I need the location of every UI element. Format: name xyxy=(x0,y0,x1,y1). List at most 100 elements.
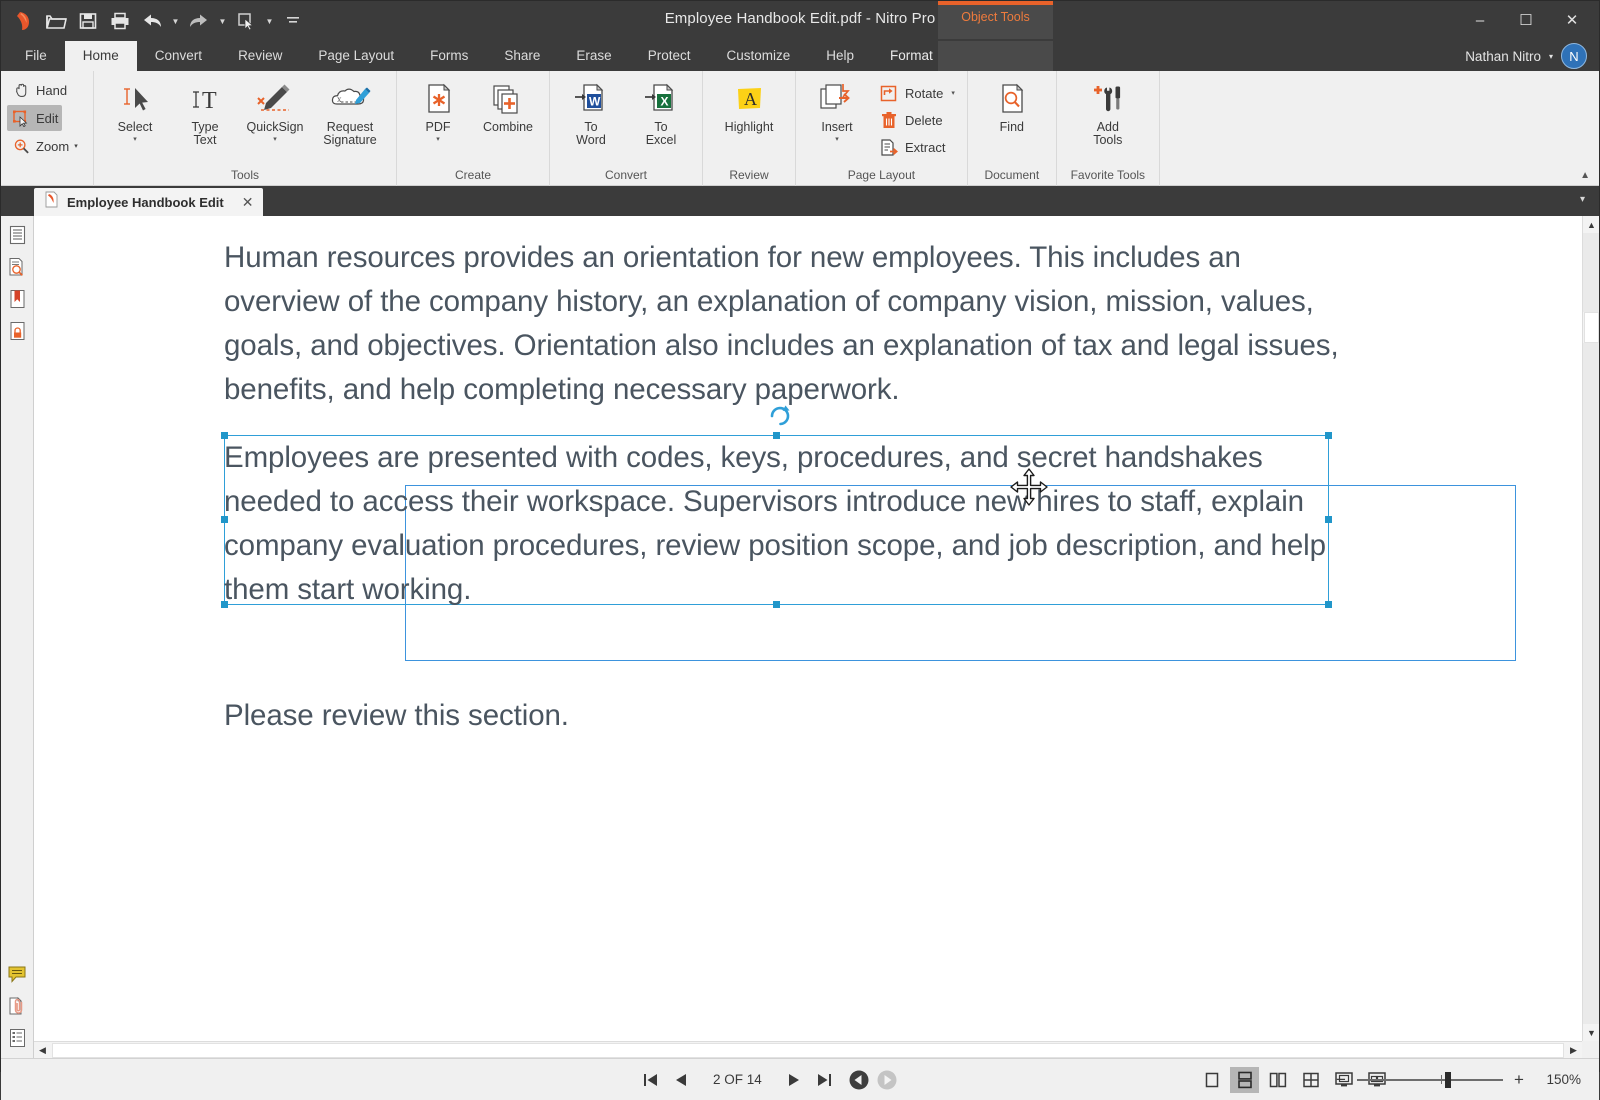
last-page-button[interactable] xyxy=(810,1067,838,1093)
vertical-scroll-thumb[interactable] xyxy=(1584,312,1599,343)
tool-zoom[interactable]: Zoom ▾ xyxy=(7,133,82,159)
tab-review[interactable]: Review xyxy=(220,41,300,71)
scroll-left-button[interactable]: ◀ xyxy=(34,1042,51,1058)
page-view: Human resources provides an orientation … xyxy=(34,216,1599,1058)
tab-home[interactable]: Home xyxy=(65,41,137,71)
horizontal-scroll-thumb[interactable] xyxy=(52,1043,1564,1058)
button-insert-pages[interactable]: Insert ▾ xyxy=(803,75,871,144)
button-find[interactable]: Find xyxy=(975,75,1049,134)
account-area[interactable]: Nathan Nitro ▾ N xyxy=(1465,43,1587,69)
document-tab-close-icon[interactable]: ✕ xyxy=(242,194,254,211)
button-delete-label: Delete xyxy=(905,113,943,128)
tab-file[interactable]: File xyxy=(7,41,65,71)
vertical-scrollbar[interactable]: ▲ ▼ xyxy=(1582,216,1599,1041)
continuous-view-button[interactable] xyxy=(1230,1067,1259,1093)
tab-help[interactable]: Help xyxy=(808,41,872,71)
button-add-tools[interactable]: Add Tools xyxy=(1064,75,1152,147)
pdf-page[interactable]: Human resources provides an orientation … xyxy=(34,216,1582,1041)
ribbon-group-favorite-tools: Add Tools Favorite Tools xyxy=(1057,71,1160,186)
document-paragraph-1[interactable]: Human resources provides an orientation … xyxy=(224,236,1344,412)
create-pdf-icon xyxy=(421,79,455,119)
tab-erase[interactable]: Erase xyxy=(558,41,629,71)
scroll-right-button[interactable]: ▶ xyxy=(1565,1042,1582,1058)
account-caret-icon[interactable]: ▾ xyxy=(1549,52,1553,61)
document-paragraph-3[interactable]: Please review this section. xyxy=(224,694,824,738)
vertical-scroll-track-lower[interactable] xyxy=(1583,343,1599,1024)
tool-hand-label: Hand xyxy=(36,83,67,98)
previous-view-button[interactable] xyxy=(846,1067,872,1093)
zoom-slider-track[interactable] xyxy=(1357,1079,1503,1081)
ribbon-collapse-caret-icon[interactable]: ▲ xyxy=(1580,170,1590,181)
button-request-signature[interactable]: x Request Signature xyxy=(311,75,389,147)
button-insert-caret-icon[interactable]: ▾ xyxy=(835,135,839,144)
button-to-excel-label: To Excel xyxy=(646,121,677,147)
rotate-handle-icon[interactable] xyxy=(767,402,793,433)
horizontal-scrollbar[interactable]: ◀ ▶ xyxy=(34,1041,1582,1058)
two-page-continuous-view-button[interactable] xyxy=(1296,1067,1325,1093)
document-tab[interactable]: Employee Handbook Edit ✕ xyxy=(34,188,263,216)
bookmarks-panel-icon[interactable] xyxy=(5,287,29,311)
close-button[interactable]: ✕ xyxy=(1549,5,1595,35)
zoom-slider-thumb[interactable] xyxy=(1445,1072,1451,1088)
button-extract[interactable]: Extract xyxy=(873,134,960,160)
ribbon-group-review: A Highlight Review xyxy=(703,71,796,186)
tab-share[interactable]: Share xyxy=(486,41,558,71)
security-panel-icon[interactable] xyxy=(5,319,29,343)
prev-page-button[interactable] xyxy=(667,1067,695,1093)
button-combine[interactable]: Combine xyxy=(474,75,542,134)
document-paragraph-2-selected[interactable]: Employees are presented with codes, keys… xyxy=(224,436,1334,612)
attachments-panel-icon[interactable] xyxy=(5,994,29,1018)
tab-protect[interactable]: Protect xyxy=(630,41,709,71)
button-select[interactable]: Select ▾ xyxy=(101,75,169,144)
maximize-button[interactable]: ☐ xyxy=(1503,5,1549,35)
zoom-out-button[interactable]: − xyxy=(1334,1070,1348,1090)
vertical-scroll-track-upper[interactable] xyxy=(1583,233,1599,312)
ribbon-group-create-label: Create xyxy=(397,166,549,186)
button-to-excel[interactable]: X To Excel xyxy=(627,75,695,147)
layers-panel-icon[interactable] xyxy=(5,1026,29,1050)
zoom-control-group: − + 150% xyxy=(1334,1070,1581,1090)
button-select-caret-icon[interactable]: ▾ xyxy=(133,135,137,144)
avatar[interactable]: N xyxy=(1561,43,1587,69)
tab-convert[interactable]: Convert xyxy=(137,41,220,71)
tool-zoom-caret-icon[interactable]: ▾ xyxy=(74,142,78,150)
search-panel-icon[interactable] xyxy=(5,255,29,279)
pages-panel-icon[interactable] xyxy=(5,223,29,247)
ribbon-group-navigation: Hand Edit xyxy=(1,71,94,186)
single-page-view-button[interactable] xyxy=(1197,1067,1226,1093)
button-to-word[interactable]: W To Word xyxy=(557,75,625,147)
two-page-view-button[interactable] xyxy=(1263,1067,1292,1093)
button-highlight-label: Highlight xyxy=(725,121,774,134)
svg-text:W: W xyxy=(589,95,601,109)
button-quicksign-caret-icon[interactable]: ▾ xyxy=(273,135,277,144)
button-type-text[interactable]: T Type Text xyxy=(171,75,239,147)
button-rotate[interactable]: Rotate ▾ xyxy=(873,80,960,106)
tab-forms[interactable]: Forms xyxy=(412,41,486,71)
zoom-level-label[interactable]: 150% xyxy=(1535,1072,1581,1087)
button-select-label: Select xyxy=(118,121,153,134)
tool-edit[interactable]: Edit xyxy=(7,105,62,131)
button-create-pdf[interactable]: PDF ▾ xyxy=(404,75,472,144)
scroll-up-button[interactable]: ▲ xyxy=(1583,216,1599,233)
tool-hand[interactable]: Hand xyxy=(7,77,71,103)
next-page-button[interactable] xyxy=(780,1067,808,1093)
document-tab-overflow-caret-icon[interactable]: ▾ xyxy=(1580,194,1585,205)
tab-page-layout[interactable]: Page Layout xyxy=(300,41,412,71)
page-indicator[interactable]: 2 OF 14 xyxy=(697,1072,778,1087)
ribbon-group-review-label: Review xyxy=(703,166,795,186)
button-delete[interactable]: Delete xyxy=(873,107,960,133)
tool-zoom-label: Zoom xyxy=(36,139,69,154)
first-page-button[interactable] xyxy=(637,1067,665,1093)
button-highlight[interactable]: A Highlight xyxy=(710,75,788,134)
scroll-down-button[interactable]: ▼ xyxy=(1583,1024,1599,1041)
minimize-button[interactable]: – xyxy=(1457,5,1503,35)
next-view-button[interactable] xyxy=(874,1067,900,1093)
comments-panel-icon[interactable] xyxy=(5,962,29,986)
button-rotate-caret-icon[interactable]: ▾ xyxy=(951,89,955,97)
tab-customize[interactable]: Customize xyxy=(708,41,808,71)
button-create-pdf-caret-icon[interactable]: ▾ xyxy=(436,135,440,144)
combine-icon xyxy=(490,79,526,119)
button-quicksign[interactable]: QuickSign ▾ xyxy=(241,75,309,144)
zoom-in-button[interactable]: + xyxy=(1512,1070,1526,1090)
ribbon-group-navigation-label xyxy=(1,166,93,186)
